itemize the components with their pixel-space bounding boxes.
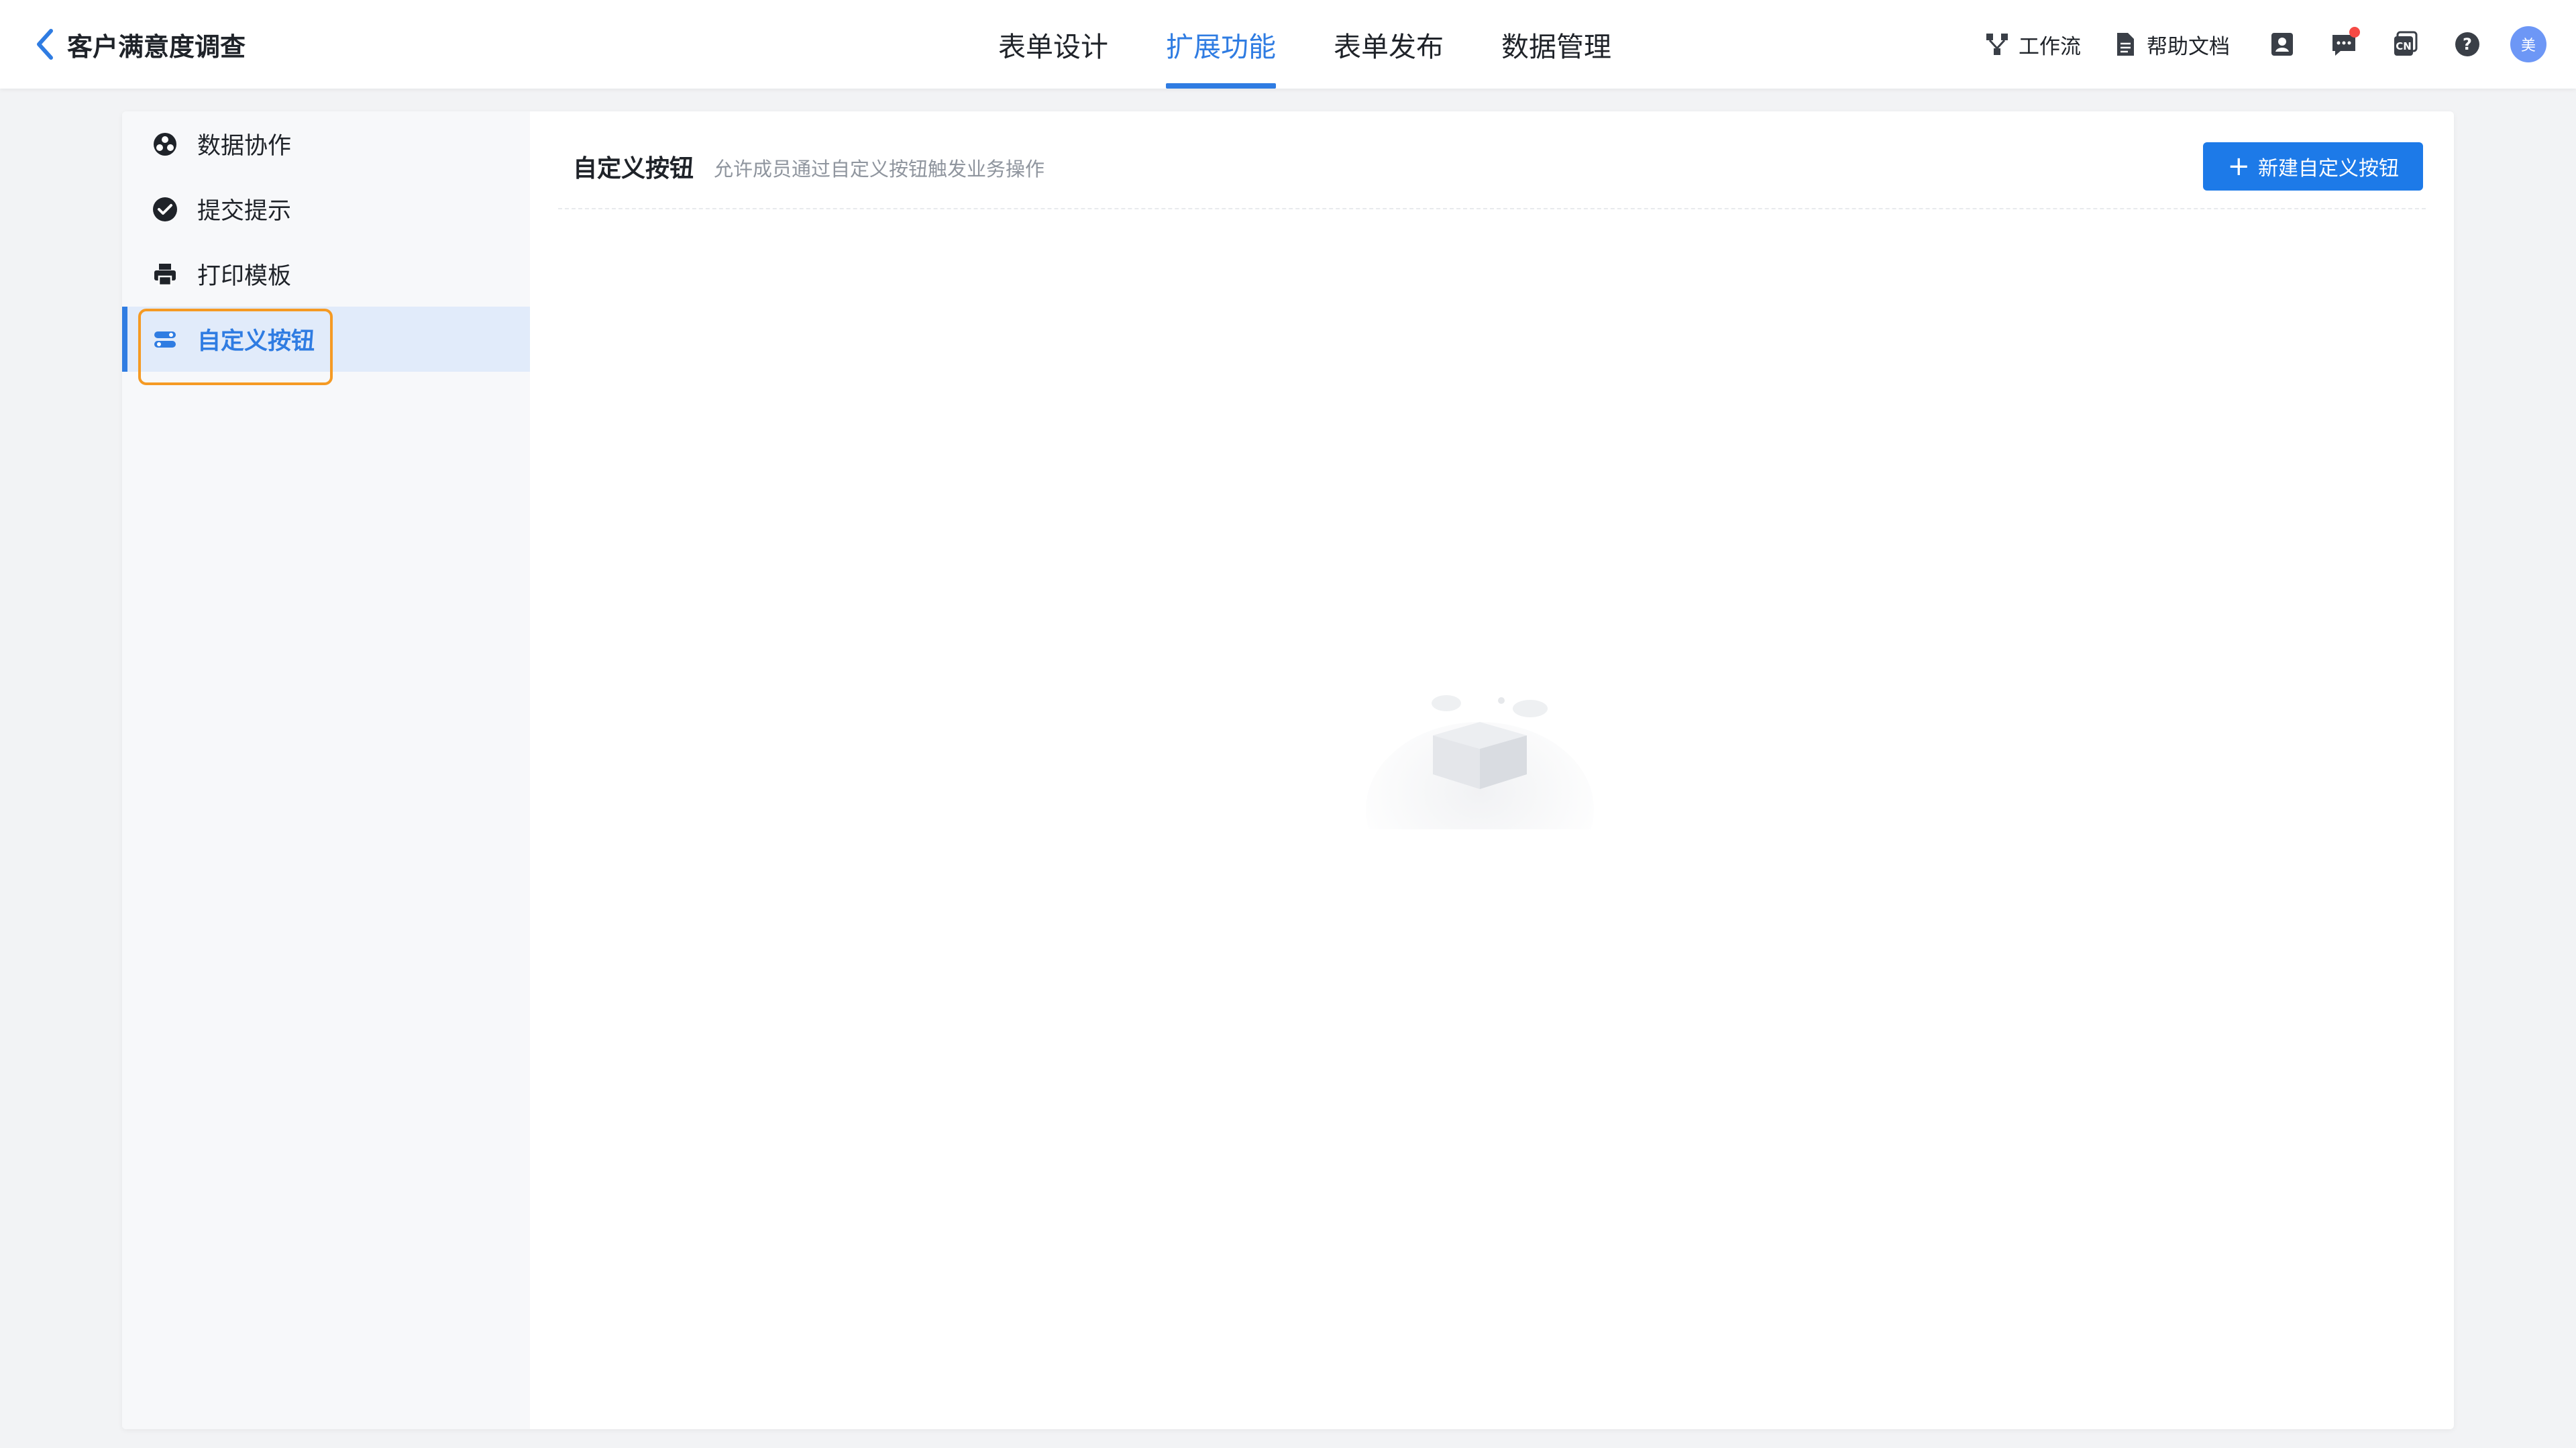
new-custom-button[interactable]: + 新建自定义按钮 bbox=[2203, 142, 2423, 191]
content-panel: 自定义按钮 允许成员通过自定义按钮触发业务操作 + 新建自定义按钮 bbox=[530, 111, 2454, 1429]
main-card: 数据协作 提交提示 打印模板 自定义按钮 自定义按钮 允许成员通过自定义按钮触发… bbox=[122, 111, 2454, 1429]
language-cn-icon: CN bbox=[2394, 31, 2418, 56]
sidebar-item-submit-tips[interactable]: 提交提示 bbox=[122, 176, 530, 242]
check-circle-icon bbox=[152, 196, 178, 223]
app-title: 客户满意度调查 bbox=[67, 32, 246, 62]
sidebar-item-data-collaboration[interactable]: 数据协作 bbox=[122, 111, 530, 176]
help-button[interactable]: ? bbox=[2449, 25, 2486, 63]
empty-box-icon bbox=[1366, 695, 1594, 896]
header-tools: 工作流 帮助文档 CN ? 美 bbox=[1984, 24, 2546, 64]
sidebar-item-label: 提交提示 bbox=[197, 198, 292, 225]
user-avatar[interactable]: 美 bbox=[2510, 26, 2546, 62]
content-description: 允许成员通过自定义按钮触发业务操作 bbox=[714, 158, 1045, 180]
back-button[interactable]: 客户满意度调查 bbox=[34, 24, 246, 64]
sidebar-item-label: 自定义按钮 bbox=[197, 328, 315, 355]
help-docs-button[interactable]: 帮助文档 bbox=[2112, 30, 2230, 60]
custom-button-icon bbox=[152, 326, 178, 353]
tab-form-publish[interactable]: 表单发布 bbox=[1334, 0, 1444, 89]
sidebar-item-print-template[interactable]: 打印模板 bbox=[122, 242, 530, 307]
workflow-label: 工作流 bbox=[2019, 34, 2081, 59]
sidebar-item-label: 数据协作 bbox=[197, 133, 292, 160]
new-custom-button-label: 新建自定义按钮 bbox=[2258, 157, 2399, 180]
svg-text:?: ? bbox=[2463, 35, 2472, 54]
data-collab-icon bbox=[152, 131, 178, 158]
sidebar-item-custom-button[interactable]: 自定义按钮 bbox=[122, 307, 530, 372]
help-docs-label: 帮助文档 bbox=[2147, 34, 2230, 59]
sidebar-item-label: 打印模板 bbox=[197, 263, 292, 290]
main-tabs: 表单设计 扩展功能 表单发布 数据管理 bbox=[998, 0, 1669, 89]
top-header: 客户满意度调查 表单设计 扩展功能 表单发布 数据管理 工作流 帮助文档 CN … bbox=[0, 0, 2576, 89]
language-button[interactable]: CN bbox=[2387, 25, 2424, 63]
printer-icon bbox=[152, 261, 178, 288]
document-icon bbox=[2117, 33, 2134, 56]
tab-form-design[interactable]: 表单设计 bbox=[998, 0, 1108, 89]
chevron-left-icon bbox=[37, 29, 53, 60]
empty-state-illustration bbox=[1359, 682, 1601, 896]
content-title: 自定义按钮 bbox=[573, 155, 694, 183]
question-icon: ? bbox=[2455, 32, 2479, 56]
svg-text:CN: CN bbox=[2396, 40, 2412, 52]
messages-button[interactable] bbox=[2325, 25, 2363, 63]
extension-sidebar: 数据协作 提交提示 打印模板 自定义按钮 bbox=[122, 111, 530, 1429]
contact-card-icon bbox=[2271, 33, 2293, 56]
contacts-button[interactable] bbox=[2263, 25, 2301, 63]
tab-extensions[interactable]: 扩展功能 bbox=[1166, 0, 1276, 89]
notification-dot bbox=[2349, 27, 2360, 38]
plus-icon: + bbox=[2227, 151, 2250, 182]
workflow-button[interactable]: 工作流 bbox=[1984, 30, 2081, 60]
workflow-icon bbox=[1986, 34, 2008, 55]
tab-data-management[interactable]: 数据管理 bbox=[1501, 0, 1611, 89]
